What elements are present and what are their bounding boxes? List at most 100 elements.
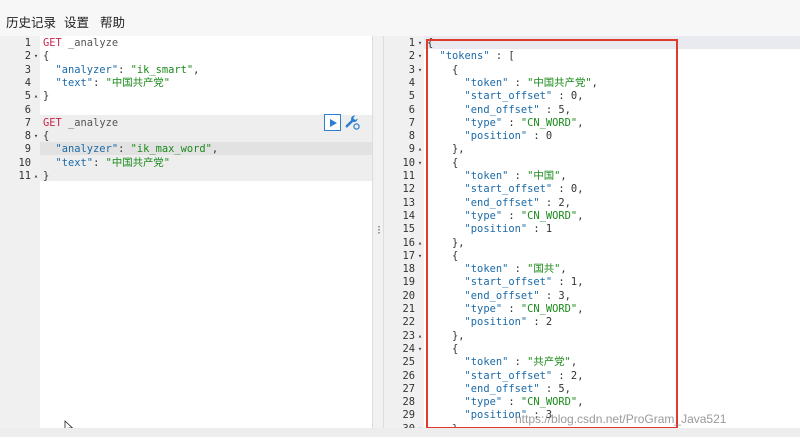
fold-close-icon[interactable]: ▴ xyxy=(32,170,40,183)
fold-close-icon[interactable]: ▴ xyxy=(32,90,40,103)
fold-close-icon[interactable]: ▴ xyxy=(416,330,424,343)
code-token: "ik_max_word" xyxy=(130,143,212,156)
line-number: 16 xyxy=(402,236,415,249)
code-line: 2 ▾{ xyxy=(0,50,372,63)
code-line: 10 "text": "中国共产党" xyxy=(0,157,372,170)
line-number: 3 xyxy=(408,63,415,76)
fold-open-icon[interactable]: ▾ xyxy=(416,250,424,263)
line-number: 8 xyxy=(24,130,31,143)
code-token: , xyxy=(193,63,200,76)
code-line: 7 GET _analyze xyxy=(0,117,372,130)
code-token: , xyxy=(211,143,219,156)
line-number: 1 xyxy=(24,37,31,49)
line-number: 18 xyxy=(402,263,415,276)
fold-close-icon[interactable]: ▴ xyxy=(416,143,424,156)
menu-bar: 历史记录 设置 帮助 xyxy=(0,0,800,37)
code-text: } xyxy=(43,90,49,103)
line-number: 11 xyxy=(18,170,31,182)
wrench-icon[interactable] xyxy=(344,114,360,130)
code-line: 11 ▴} xyxy=(0,170,372,183)
line-number: 8 xyxy=(408,130,415,143)
line-number: 13 xyxy=(402,196,415,209)
line-number: 21 xyxy=(402,303,415,315)
menu-settings[interactable]: 设置 xyxy=(64,12,89,31)
fold-open-icon[interactable]: ▾ xyxy=(416,157,424,170)
code-token: : xyxy=(118,63,131,76)
line-number: 20 xyxy=(402,289,415,302)
fold-open-icon[interactable]: ▾ xyxy=(32,50,40,63)
code-text: GET _analyze xyxy=(43,37,118,50)
line-number: 2 xyxy=(24,50,31,63)
menu-help[interactable]: 帮助 xyxy=(100,12,125,31)
code-token: : xyxy=(93,156,106,169)
code-token: "中国共产党" xyxy=(105,156,171,169)
line-number: 24 xyxy=(402,342,415,355)
line-number: 5 xyxy=(24,90,31,103)
code-text: "analyzer": "ik_smart", xyxy=(43,63,200,77)
vertical-dots-icon: · · · xyxy=(376,222,383,239)
code-token: "中国共产党" xyxy=(105,76,171,89)
code-token: "ik_smart" xyxy=(130,63,194,76)
code-token: "text" xyxy=(55,76,94,89)
line-number: 4 xyxy=(408,76,415,89)
code-line: 8 ▾{ xyxy=(0,130,372,143)
code-text: "text": "中国共产党" xyxy=(43,156,171,170)
code-text: "analyzer": "ik_max_word", xyxy=(43,143,219,156)
fold-open-icon[interactable]: ▾ xyxy=(32,130,40,143)
code-token: : xyxy=(118,143,131,156)
code-token: } xyxy=(43,90,50,103)
code-token: GET xyxy=(43,37,62,49)
request-editor[interactable]: 1 GET _analyze 2 ▾{3 "analyzer": "ik_smart"… xyxy=(0,36,372,428)
line-number: 9 xyxy=(24,143,31,156)
code-text: { xyxy=(43,50,49,63)
play-icon xyxy=(330,119,337,127)
line-number: 25 xyxy=(402,356,415,369)
menu-history[interactable]: 历史记录 xyxy=(6,12,56,31)
code-line: 3 "analyzer": "ik_smart", xyxy=(0,64,372,77)
line-number: 22 xyxy=(402,316,415,329)
fold-open-icon[interactable]: ▾ xyxy=(416,64,424,77)
red-annotation-box xyxy=(426,39,678,429)
code-line: 9 "analyzer": "ik_max_word", xyxy=(0,143,372,156)
line-number: 5 xyxy=(408,90,415,103)
line-number: 17 xyxy=(402,249,415,262)
line-number: 11 xyxy=(402,170,415,182)
code-token: } xyxy=(43,170,50,182)
line-number: 10 xyxy=(18,156,31,169)
code-text: { xyxy=(43,130,49,143)
fold-open-icon[interactable]: ▾ xyxy=(416,37,424,50)
fold-open-icon[interactable]: ▾ xyxy=(416,343,424,356)
status-strip xyxy=(0,428,800,437)
code-token: "analyzer" xyxy=(55,143,119,156)
watermark: https://blog.csdn.net/ProGram_Java521 xyxy=(515,412,727,426)
line-number: 1 xyxy=(408,37,415,49)
code-token: _analyze xyxy=(61,37,119,49)
line-number: 6 xyxy=(24,103,31,116)
fold-close-icon[interactable]: ▴ xyxy=(416,237,424,250)
fold-open-icon[interactable]: ▾ xyxy=(416,50,424,63)
send-request-button[interactable] xyxy=(324,114,341,131)
code-token: : xyxy=(93,76,106,89)
line-number: 7 xyxy=(408,116,415,129)
code-token: { xyxy=(43,130,50,143)
code-line: 5 ▴} xyxy=(0,90,372,103)
code-text: "text": "中国共产党" xyxy=(43,76,171,90)
line-number: 9 xyxy=(408,143,415,156)
code-line: 4 "text": "中国共产党" xyxy=(0,77,372,90)
line-number: 14 xyxy=(402,209,415,222)
code-token: "text" xyxy=(55,156,94,169)
line-number: 7 xyxy=(24,116,31,129)
line-number: 19 xyxy=(402,276,415,289)
line-number: 29 xyxy=(402,409,415,422)
code-text: GET _analyze xyxy=(43,117,118,130)
line-number: 10 xyxy=(402,156,415,169)
panel-splitter[interactable]: · · · xyxy=(372,36,384,428)
code-token: { xyxy=(43,50,50,63)
line-number: 12 xyxy=(402,183,415,196)
line-number: 27 xyxy=(402,382,415,395)
line-number: 3 xyxy=(24,63,31,76)
